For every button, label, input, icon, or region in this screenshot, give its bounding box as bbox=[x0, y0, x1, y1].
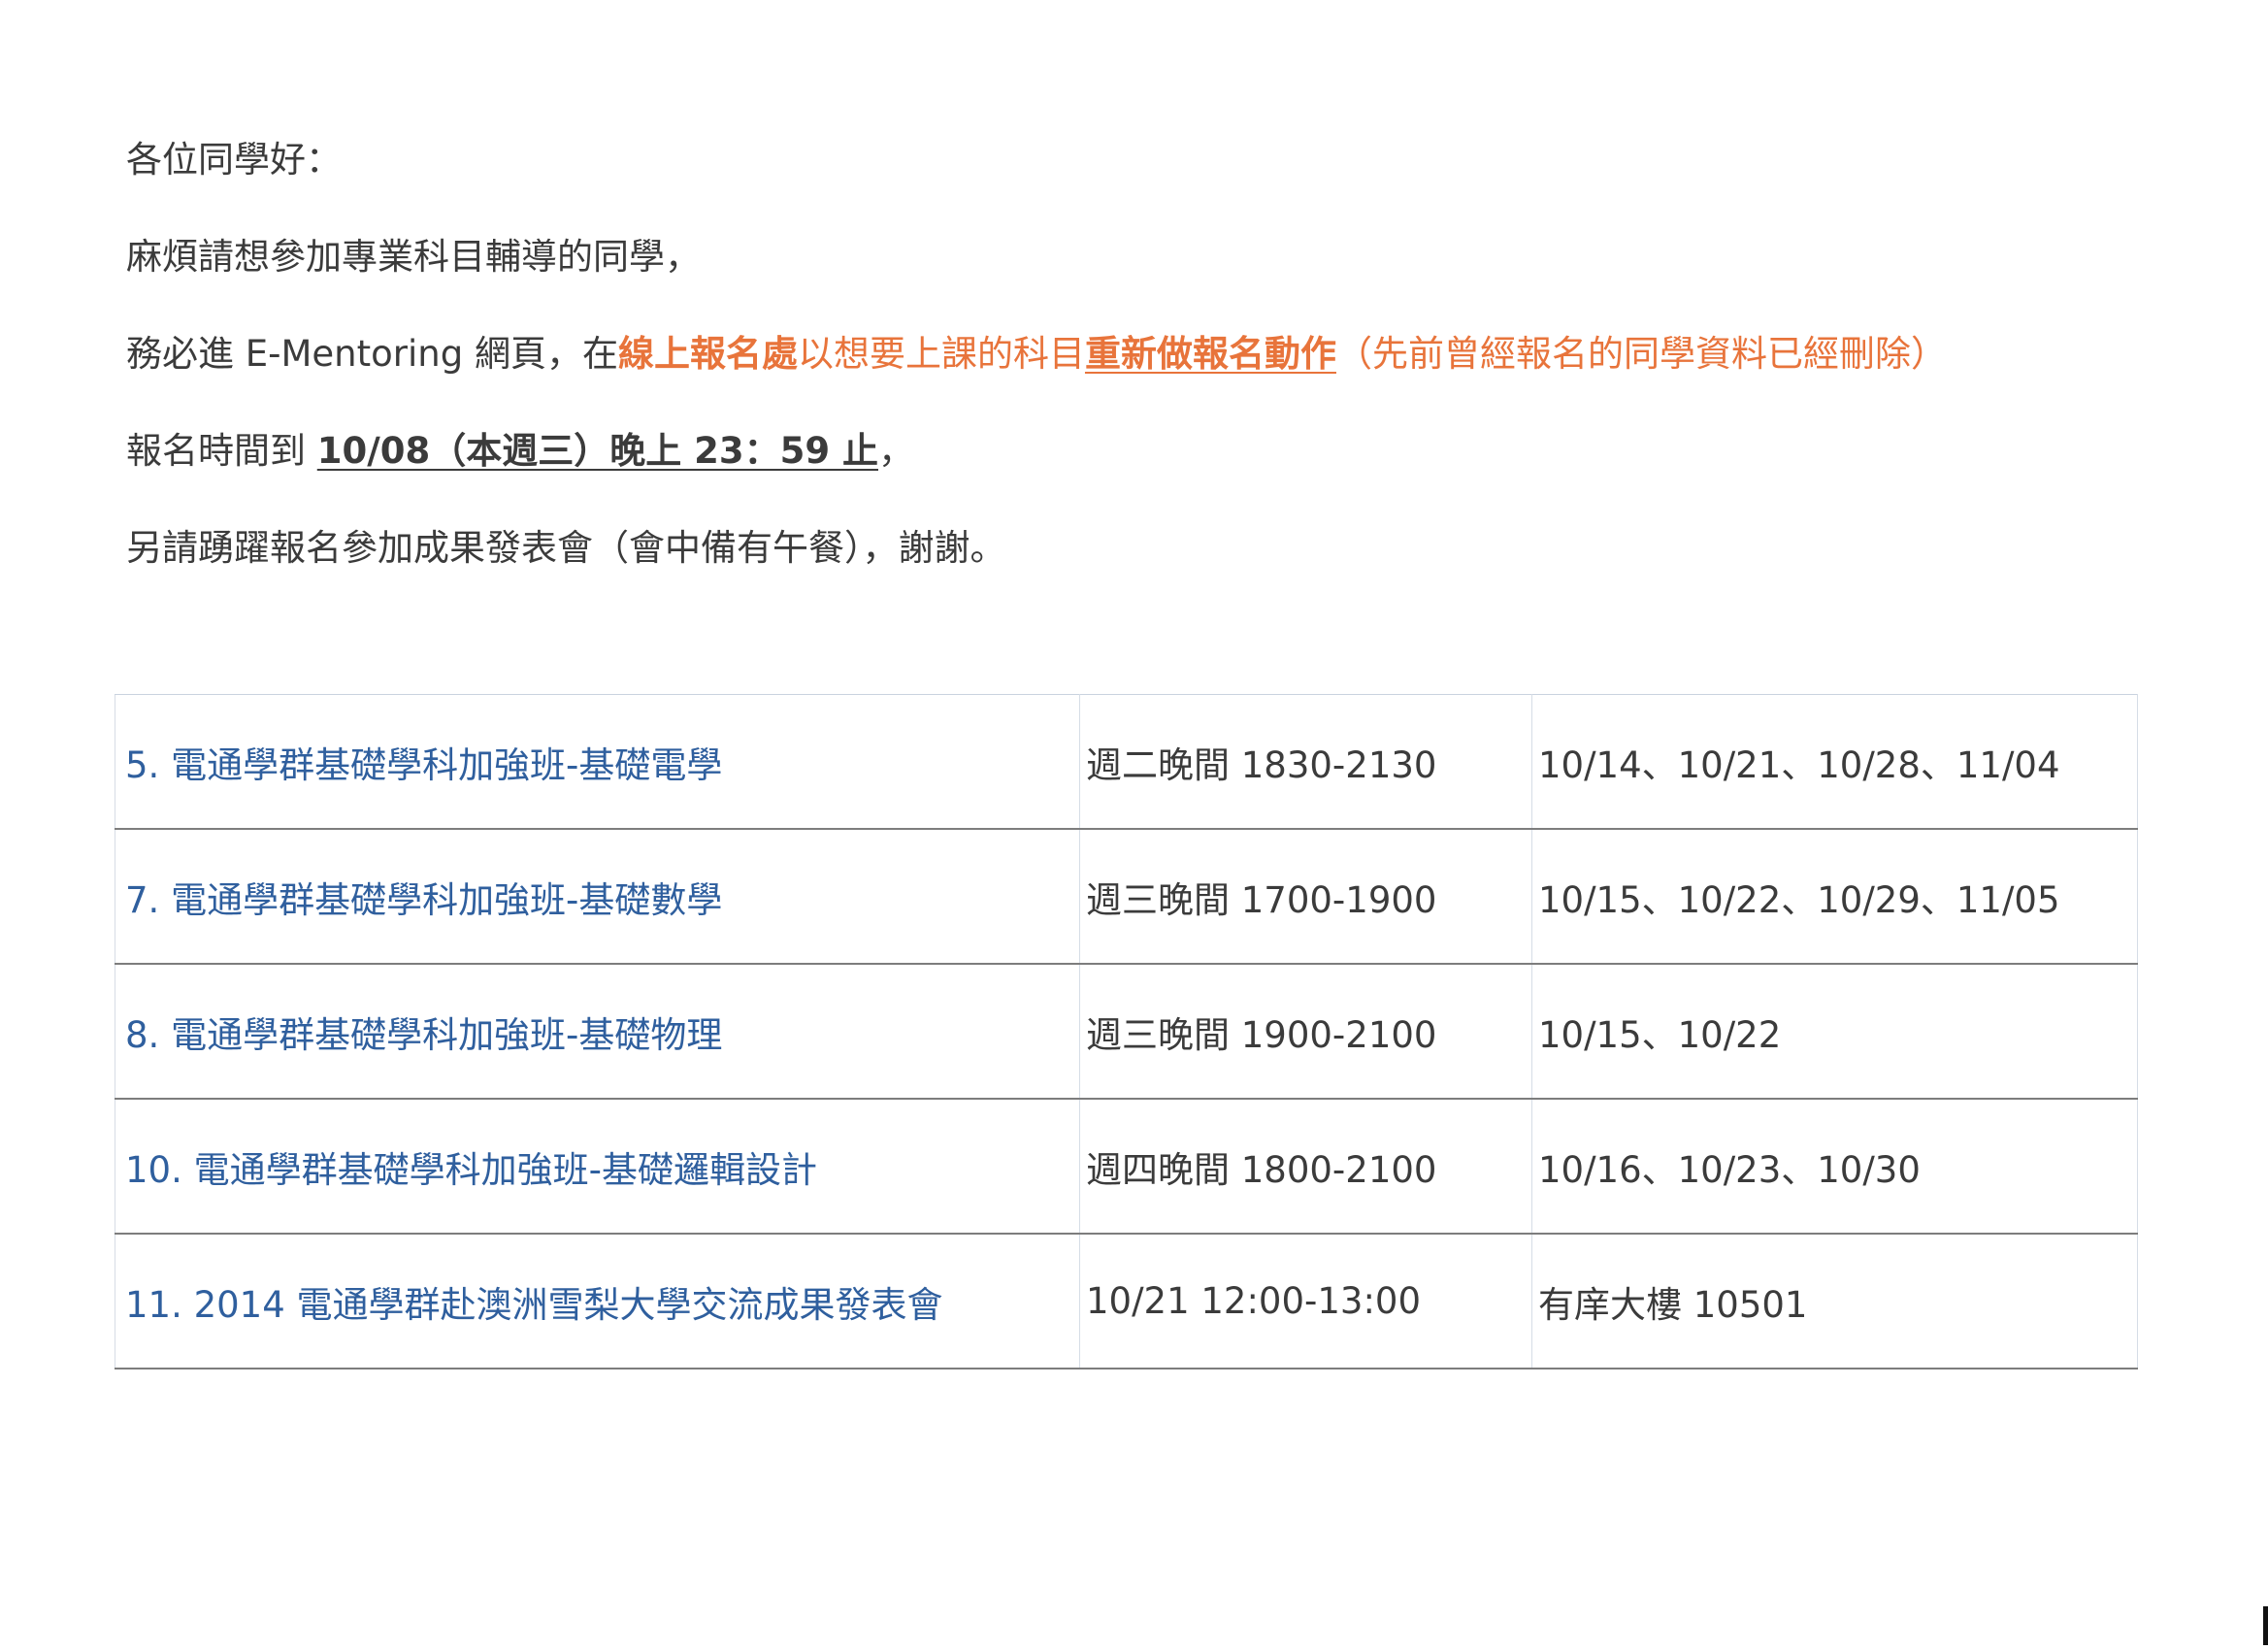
course-time-cell: 週四晚間 1800-2100 bbox=[1079, 1098, 1532, 1235]
instruction-text: 麻煩請想參加專業科目輔導的同學， bbox=[126, 236, 701, 278]
online-registration-highlight: 線上報名處 bbox=[617, 333, 798, 375]
course-name-cell: 10. 電通學群基礎學科加強班-基礎邏輯設計 bbox=[115, 1098, 1080, 1235]
registration-prefix: 務必進 E-Mentoring 網頁，在 bbox=[126, 333, 618, 375]
course-time-cell: 週三晚間 1900-2100 bbox=[1079, 963, 1532, 1100]
course-name-cell: 5. 電通學群基礎學科加強班-基礎電學 bbox=[115, 694, 1080, 830]
table-row: 5. 電通學群基礎學科加強班-基礎電學 週二晚間 1830-2130 10/14… bbox=[115, 694, 2138, 830]
deadline-suffix: ， bbox=[878, 430, 914, 472]
course-name-cell: 7. 電通學群基礎學科加強班-基礎數學 bbox=[115, 828, 1080, 965]
registration-instruction-line: 務必進 E-Mentoring 網頁，在線上報名處以想要上課的科目重新做報名動作… bbox=[126, 330, 1947, 379]
scan-edge-mark bbox=[2263, 1606, 2268, 1645]
deadline-date: 10/08（本週三）晚上 23：59 止 bbox=[316, 430, 878, 472]
scanned-notice-page: 各位同學好： 麻煩請想參加專業科目輔導的同學， 務必進 E-Mentoring … bbox=[0, 0, 2268, 1650]
course-name-cell: 8. 電通學群基礎學科加強班-基礎物理 bbox=[115, 963, 1080, 1100]
table-row: 11. 2014 電通學群赴澳洲雪梨大學交流成果發表會 10/21 12:00-… bbox=[115, 1233, 2138, 1370]
data-deleted-note: （先前曾經報名的同學資料已經刪除） bbox=[1335, 333, 1947, 375]
deadline-prefix: 報名時間到 bbox=[126, 430, 306, 472]
table-row: 8. 電通學群基礎學科加強班-基礎物理 週三晚間 1900-2100 10/15… bbox=[115, 963, 2138, 1100]
course-time-cell: 10/21 12:00-13:00 bbox=[1079, 1233, 1532, 1370]
course-dates-cell: 10/14、10/21、10/28、11/04 bbox=[1531, 694, 2138, 830]
re-register-highlight: 重新做報名動作 bbox=[1084, 333, 1336, 375]
table-row: 10. 電通學群基礎學科加強班-基礎邏輯設計 週四晚間 1800-2100 10… bbox=[115, 1098, 2138, 1235]
registration-mid-text: 以想要上課的科目 bbox=[797, 333, 1085, 375]
deadline-line: 報名時間到 10/08（本週三）晚上 23：59 止， bbox=[126, 427, 914, 476]
greeting-text: 各位同學好： bbox=[126, 139, 342, 181]
course-schedule-table: 5. 電通學群基礎學科加強班-基礎電學 週二晚間 1830-2130 10/14… bbox=[115, 694, 2138, 1370]
instruction-line: 麻煩請想參加專業科目輔導的同學， bbox=[126, 233, 701, 281]
course-name-cell: 11. 2014 電通學群赴澳洲雪梨大學交流成果發表會 bbox=[115, 1233, 1080, 1370]
greeting-line: 各位同學好： bbox=[126, 136, 342, 184]
table-row: 7. 電通學群基礎學科加強班-基礎數學 週三晚間 1700-1900 10/15… bbox=[115, 828, 2138, 965]
closing-text: 另請踴躍報名參加成果發表會（會中備有午餐），謝謝。 bbox=[126, 527, 1006, 569]
course-time-cell: 週三晚間 1700-1900 bbox=[1079, 828, 1532, 965]
course-dates-cell: 有庠大樓 10501 bbox=[1531, 1233, 2138, 1370]
course-dates-cell: 10/15、10/22 bbox=[1531, 963, 2138, 1100]
closing-line: 另請踴躍報名參加成果發表會（會中備有午餐），謝謝。 bbox=[126, 524, 1006, 573]
course-time-cell: 週二晚間 1830-2130 bbox=[1079, 694, 1532, 830]
course-dates-cell: 10/16、10/23、10/30 bbox=[1531, 1098, 2138, 1235]
course-dates-cell: 10/15、10/22、10/29、11/05 bbox=[1531, 828, 2138, 965]
